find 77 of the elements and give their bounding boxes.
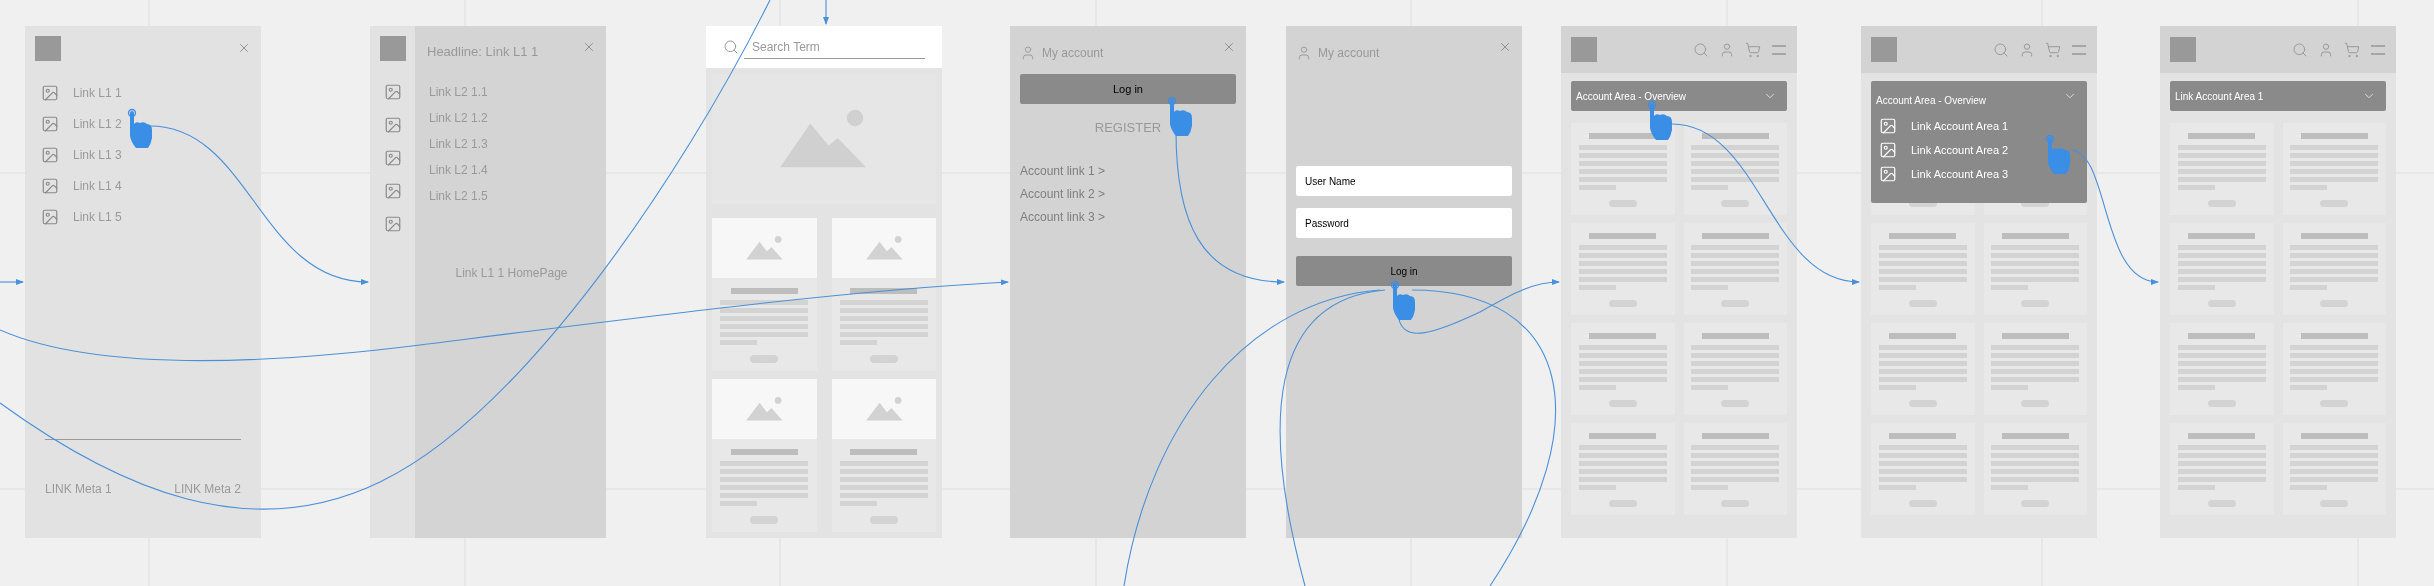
search-icon[interactable] xyxy=(2292,41,2308,58)
submenu-link[interactable]: Link L2 1.3 xyxy=(429,135,596,152)
image-icon xyxy=(383,83,402,101)
login-button[interactable]: Log in xyxy=(1020,74,1236,104)
text-field[interactable]: User Name xyxy=(1296,166,1512,196)
image-icon xyxy=(1879,165,1897,183)
menu-link[interactable]: Link L1 4 xyxy=(73,177,122,195)
image-icon xyxy=(1879,141,1897,159)
account-area-dropdown[interactable]: Account Area - Overview xyxy=(1571,81,1787,111)
image-icon xyxy=(41,208,59,226)
user-icon[interactable] xyxy=(2318,41,2334,58)
submenu-link[interactable]: Link L2 1.2 xyxy=(429,109,596,126)
close-icon[interactable] xyxy=(1498,40,1512,54)
close-icon[interactable] xyxy=(1222,40,1236,54)
dropdown-option[interactable]: Link Account Area 3 xyxy=(1911,165,2009,183)
image-icon xyxy=(383,149,402,167)
logo-placeholder xyxy=(379,36,406,61)
user-icon xyxy=(1020,45,1036,61)
headline: Headline: Link L1 1 xyxy=(427,43,539,61)
menu-icon[interactable] xyxy=(2071,43,2087,56)
meta-link[interactable]: LINK Meta 1 xyxy=(45,480,112,498)
logo-placeholder xyxy=(1571,37,1597,62)
image-icon xyxy=(41,115,59,133)
close-icon[interactable] xyxy=(237,41,251,55)
dropdown-option[interactable]: Link Account Area 2 xyxy=(1911,141,2009,159)
search-bar[interactable]: Search Term xyxy=(706,26,942,68)
account-link[interactable]: Account link 3 > xyxy=(1020,207,1236,226)
account-area-dropdown[interactable]: Link Account Area 1 xyxy=(2170,81,2386,111)
menu-icon[interactable] xyxy=(1771,43,1787,56)
account-area-dropdown[interactable]: Account Area - Overview Link Account Area 1 Link Account Area 2 Link Account Area 3 xyxy=(1871,81,2087,203)
search-field[interactable]: Search Term xyxy=(744,35,925,59)
text-field[interactable]: Password xyxy=(1296,208,1512,238)
dropdown-label: Account Area - Overview xyxy=(1876,93,1987,108)
meta-link[interactable]: LINK Meta 2 xyxy=(174,480,241,498)
user-icon[interactable] xyxy=(1719,41,1735,58)
image-placeholder-icon xyxy=(864,235,903,261)
dropdown-label: Link Account Area 1 xyxy=(2175,89,2264,104)
account-link[interactable]: Account link 1 > xyxy=(1020,161,1236,180)
menu-icon[interactable] xyxy=(2370,43,2386,56)
dropdown-label: Account Area - Overview xyxy=(1576,89,1687,104)
submenu-link[interactable]: Link L2 1.5 xyxy=(429,187,596,204)
account-link[interactable]: Account link 2 > xyxy=(1020,184,1236,203)
user-icon[interactable] xyxy=(2019,41,2035,58)
menu-link[interactable]: Link L1 1 xyxy=(73,84,122,102)
menu-link[interactable]: Link L1 3 xyxy=(73,146,122,164)
image-icon xyxy=(41,177,59,195)
image-placeholder-icon xyxy=(745,396,784,422)
image-placeholder-icon xyxy=(864,396,903,422)
close-icon[interactable] xyxy=(582,40,596,54)
image-icon xyxy=(41,146,59,164)
dropdown-option[interactable]: Link Account Area 1 xyxy=(1911,117,2009,135)
submenu-link[interactable]: Link L2 1.1 xyxy=(429,83,596,100)
image-icon xyxy=(1879,117,1897,135)
menu-link[interactable]: Link L1 2 xyxy=(73,115,122,133)
image-placeholder-icon xyxy=(745,235,784,261)
screen-title: My account xyxy=(1042,45,1104,62)
login-button[interactable]: Log in xyxy=(1296,256,1512,286)
screen-title: My account xyxy=(1318,45,1380,62)
logo-placeholder xyxy=(35,36,61,61)
image-icon xyxy=(383,116,402,134)
image-icon xyxy=(383,182,402,200)
search-icon xyxy=(723,39,739,55)
user-icon xyxy=(1296,45,1312,61)
search-icon[interactable] xyxy=(1693,41,1709,58)
cart-icon[interactable] xyxy=(2344,41,2360,58)
submenu-link[interactable]: Link L2 1.4 xyxy=(429,161,596,178)
search-icon[interactable] xyxy=(1993,41,2009,58)
logo-placeholder xyxy=(1871,37,1897,62)
logo-placeholder xyxy=(2170,37,2196,62)
cart-icon[interactable] xyxy=(2045,41,2061,58)
menu-link[interactable]: Link L1 5 xyxy=(73,208,122,226)
register-link[interactable]: REGISTER xyxy=(1094,118,1162,138)
cart-icon[interactable] xyxy=(1745,41,1761,58)
image-icon xyxy=(41,84,59,102)
image-icon xyxy=(383,215,402,233)
homepage-link[interactable]: Link L1 1 HomePage xyxy=(455,263,568,282)
connector-arrow xyxy=(823,0,829,25)
